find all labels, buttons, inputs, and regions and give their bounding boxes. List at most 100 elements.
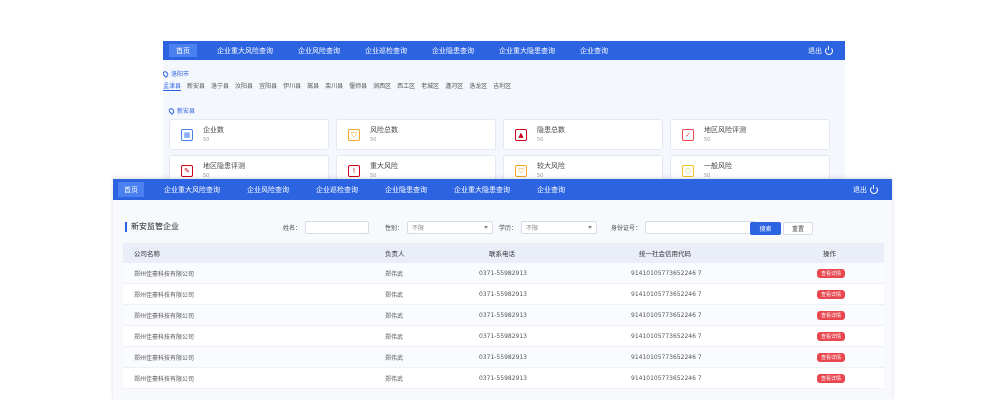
view-details-button[interactable]: 查看详情 [817, 373, 846, 383]
gender-label: 性别： [385, 225, 404, 232]
name-input[interactable] [305, 221, 370, 234]
district-link[interactable]: 孟津县 [163, 81, 182, 91]
stat-card-title: 较大风险 [537, 162, 565, 170]
district-list: 孟津县 新安县 洛宁县 汝阳县 宜阳县 伊川县 嵩县 栾川县 偃师县 涧西区 西工区 老城区 瀍河区 洛龙… [163, 81, 511, 91]
district-link[interactable]: 偃师县 [349, 81, 367, 91]
credit-code: 91410105773652246 7 [631, 269, 702, 277]
district-link[interactable]: 西工区 [397, 81, 415, 91]
nav-item[interactable]: 企业重大隐患查询 [499, 46, 555, 56]
nav-item[interactable]: 企业重大风险查询 [164, 185, 220, 195]
table-row: 郑州佳豪科技有限公司 郑伟武 0371-55982913 91410105773652… [123, 263, 884, 284]
phone: 0371-55982913 [479, 332, 527, 340]
city-location: 洛阳市 [163, 69, 189, 78]
stat-card-title: 一般风险 [704, 162, 732, 170]
nav-item[interactable]: 企业风险查询 [298, 46, 340, 56]
phone: 0371-55982913 [479, 353, 527, 361]
stat-card-title: 重大风险 [370, 162, 398, 170]
view-details-button[interactable]: 查看详情 [817, 268, 846, 278]
contact-person: 郑伟武 [385, 312, 404, 320]
view-details-button[interactable]: 查看详情 [817, 310, 846, 320]
top-nav: 首页 企业重大风险查询 企业风险查询 企业巡检查询 企业隐患查询 企业重大隐患查… [113, 179, 892, 200]
column-header: 公司名称 [134, 250, 160, 258]
view-details-button[interactable]: 查看详情 [817, 331, 846, 341]
stat-card-value: 50 [370, 137, 377, 143]
company-name: 郑州佳豪科技有限公司 [134, 270, 195, 278]
district-link[interactable]: 洛宁县 [211, 81, 229, 91]
logout-button[interactable]: 退出 [808, 45, 833, 56]
table-row: 郑州佳豪科技有限公司 郑伟武 0371-55982913 91410105773652… [123, 305, 884, 326]
stage: 首页 企业重大风险查询 企业风险查询 企业巡检查询 企业隐患查询 企业重大隐患查… [0, 0, 1000, 400]
nav-home[interactable]: 首页 [169, 44, 197, 57]
district-link[interactable]: 汝阳县 [235, 81, 253, 91]
nav-item[interactable]: 企业隐患查询 [385, 185, 427, 195]
stat-card-title: 企业数 [203, 126, 224, 134]
building-icon: ▦ [181, 129, 193, 141]
gender-filter: 性别： 不限 [385, 221, 494, 234]
company-name: 郑州佳豪科技有限公司 [134, 291, 195, 299]
location-pin-icon [167, 106, 176, 115]
stat-card[interactable]: ▦ 企业数 50 [169, 119, 329, 150]
nav-item[interactable]: 企业隐患查询 [432, 46, 474, 56]
id-label: 身份证号： [611, 225, 642, 232]
id-input[interactable] [645, 221, 756, 234]
gender-value: 不限 [412, 225, 425, 232]
district-link[interactable]: 涧西区 [373, 81, 391, 91]
credit-code: 91410105773652246 7 [631, 353, 702, 361]
district-link[interactable]: 伊川县 [283, 81, 301, 91]
stat-card-title: 隐患总数 [537, 126, 565, 134]
district-link[interactable]: 洛龙区 [469, 81, 487, 91]
nav-item[interactable]: 企业重大风险查询 [217, 46, 273, 56]
nav-item[interactable]: 企业风险查询 [247, 185, 289, 195]
shield-alert-icon: ! [348, 165, 360, 177]
view-details-button[interactable]: 查看详情 [817, 352, 846, 362]
district-link[interactable]: 吉利区 [493, 81, 511, 91]
stat-card[interactable]: ✓ 地区风险评测 50 [670, 119, 830, 150]
nav-home[interactable]: 首页 [118, 182, 144, 197]
nav-item[interactable]: 企业巡检查询 [316, 185, 358, 195]
column-header: 操作 [823, 250, 836, 258]
power-icon [870, 184, 878, 194]
nav-item[interactable]: 企业重大隐患查询 [454, 185, 510, 195]
company-name: 郑州佳豪科技有限公司 [134, 375, 195, 383]
nav-item[interactable]: 企业巡检查询 [365, 46, 407, 56]
nav-item[interactable]: 企业查询 [580, 46, 608, 56]
enterprise-table: 公司名称 负责人 联系电话 统一社会信用代码 操作 郑州佳豪科技有限公司 郑伟武 0… [123, 243, 884, 389]
chevron-down-icon [588, 226, 593, 229]
district-link[interactable]: 瀍河区 [445, 81, 463, 91]
logout-label: 退出 [808, 46, 822, 55]
credit-code: 91410105773652246 7 [631, 290, 702, 298]
credit-code: 91410105773652246 7 [631, 332, 702, 340]
stat-card-title: 地区隐患评测 [203, 162, 245, 170]
education-value: 不限 [526, 225, 539, 232]
name-filter: 姓名： [283, 221, 370, 234]
view-details-button[interactable]: 查看详情 [817, 289, 846, 299]
document-icon: ✎ [181, 165, 193, 177]
logout-button[interactable]: 退出 [853, 184, 878, 195]
stat-cards: ▦ 企业数 50 ⛉ 风险总数 50 ▲ 隐患总数 50 ✓ 地区风险评测 50 ✎ 地区隐患评测 50! 重… [169, 119, 830, 186]
contact-person: 郑伟武 [385, 333, 404, 341]
district-link[interactable]: 老城区 [421, 81, 439, 91]
table-body: 郑州佳豪科技有限公司 郑伟武 0371-55982913 91410105773652… [123, 263, 884, 389]
gender-select[interactable]: 不限 [407, 221, 494, 234]
education-label: 学历： [499, 225, 518, 232]
district-link[interactable]: 嵩县 [307, 81, 319, 91]
clipboard-icon: ✓ [682, 129, 694, 141]
education-filter: 学历： 不限 [499, 221, 598, 234]
reset-button[interactable]: 重置 [783, 222, 813, 235]
credit-code: 91410105773652246 7 [631, 374, 702, 382]
stat-card[interactable]: ▲ 隐患总数 50 [503, 119, 663, 150]
district-link[interactable]: 宜阳县 [259, 81, 277, 91]
table-header: 公司名称 负责人 联系电话 统一社会信用代码 操作 [123, 243, 884, 263]
company-name: 郑州佳豪科技有限公司 [134, 333, 195, 341]
name-label: 姓名： [283, 225, 302, 232]
stat-card[interactable]: ⛉ 风险总数 50 [336, 119, 496, 150]
nav-item[interactable]: 企业查询 [537, 185, 565, 195]
warning-icon: ▲ [515, 129, 527, 141]
district-link[interactable]: 栾川县 [325, 81, 343, 91]
column-header: 负责人 [385, 250, 405, 258]
credit-code: 91410105773652246 7 [631, 311, 702, 319]
education-select[interactable]: 不限 [521, 221, 598, 234]
search-button[interactable]: 搜索 [750, 222, 781, 235]
contact-person: 郑伟武 [385, 270, 404, 278]
district-link[interactable]: 新安县 [187, 81, 205, 91]
